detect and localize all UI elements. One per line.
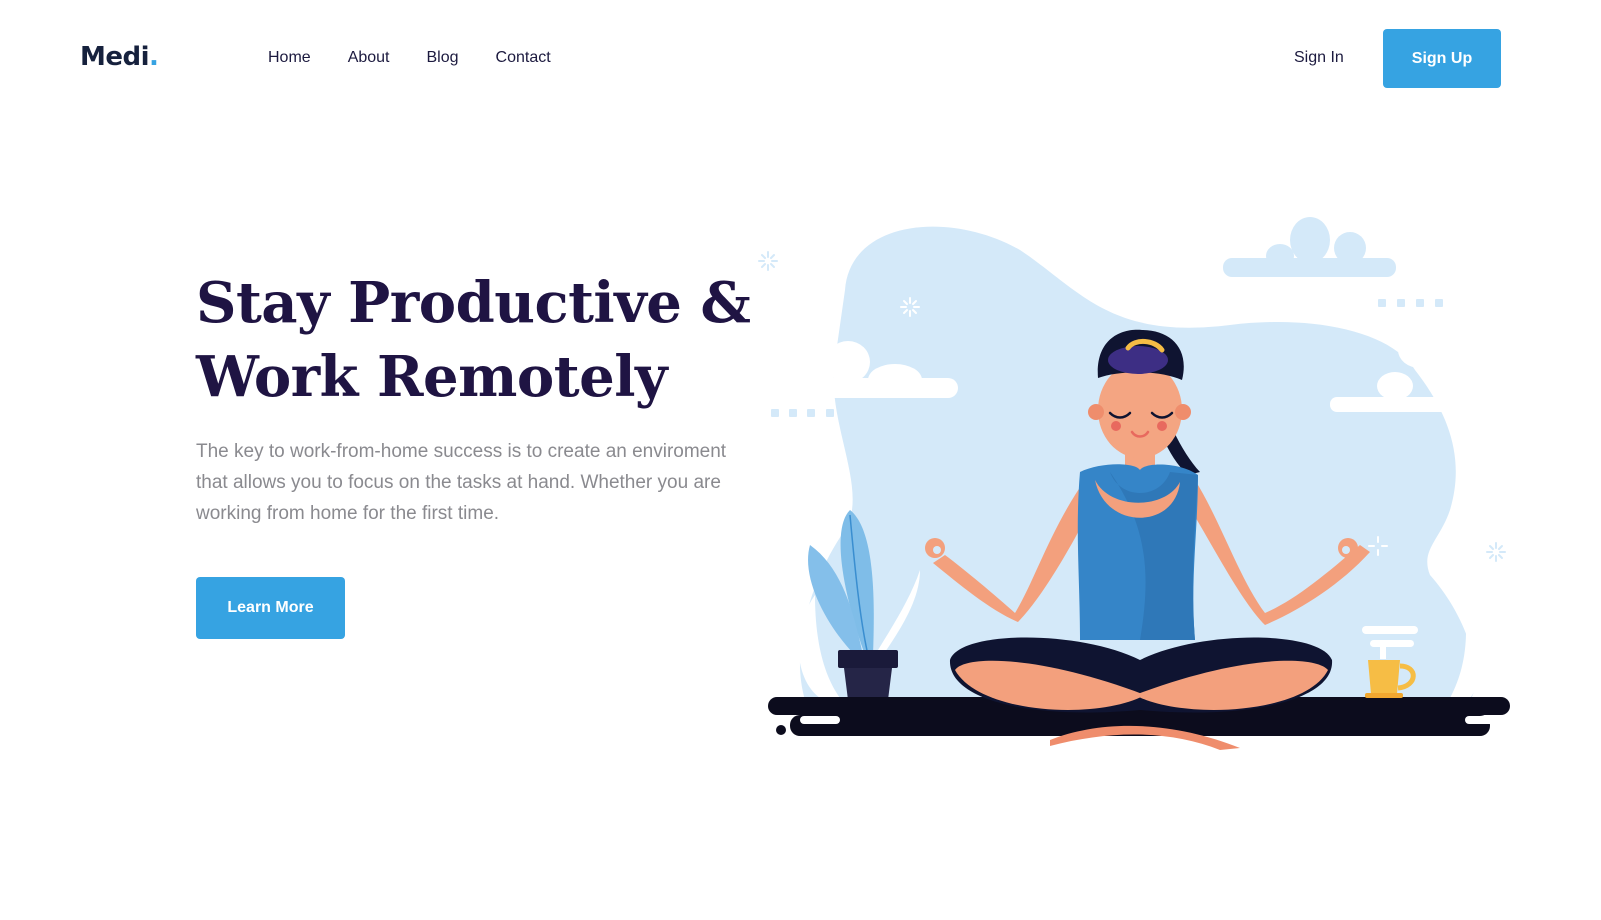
nav-home-link[interactable]: Home <box>268 49 311 67</box>
top-navbar: Medi. Home About Blog Contact Sign In Si… <box>0 0 1601 118</box>
sign-in-link[interactable]: Sign In <box>1294 49 1344 67</box>
meditating-woman-illustration <box>758 217 1510 750</box>
nav-about-link[interactable]: About <box>348 49 390 67</box>
learn-more-button[interactable]: Learn More <box>196 577 345 639</box>
cloud-top-right <box>1223 217 1396 277</box>
hero-description: The key to work-from-home success is to … <box>196 441 727 524</box>
hero-title-line-1: Stay Productive & <box>196 270 751 336</box>
dots-right <box>1378 299 1443 307</box>
logo[interactable]: Medi. <box>80 42 159 72</box>
sign-up-button[interactable]: Sign Up <box>1383 29 1501 88</box>
nav-blog-link[interactable]: Blog <box>427 49 459 67</box>
nav-contact-link[interactable]: Contact <box>496 49 551 67</box>
dots-left <box>771 409 834 417</box>
hero-title-line-2: Work Remotely <box>196 344 668 410</box>
hero-title: Stay Productive & Work Remotely <box>196 266 756 414</box>
main-menu: Home About Blog Contact <box>268 49 588 67</box>
